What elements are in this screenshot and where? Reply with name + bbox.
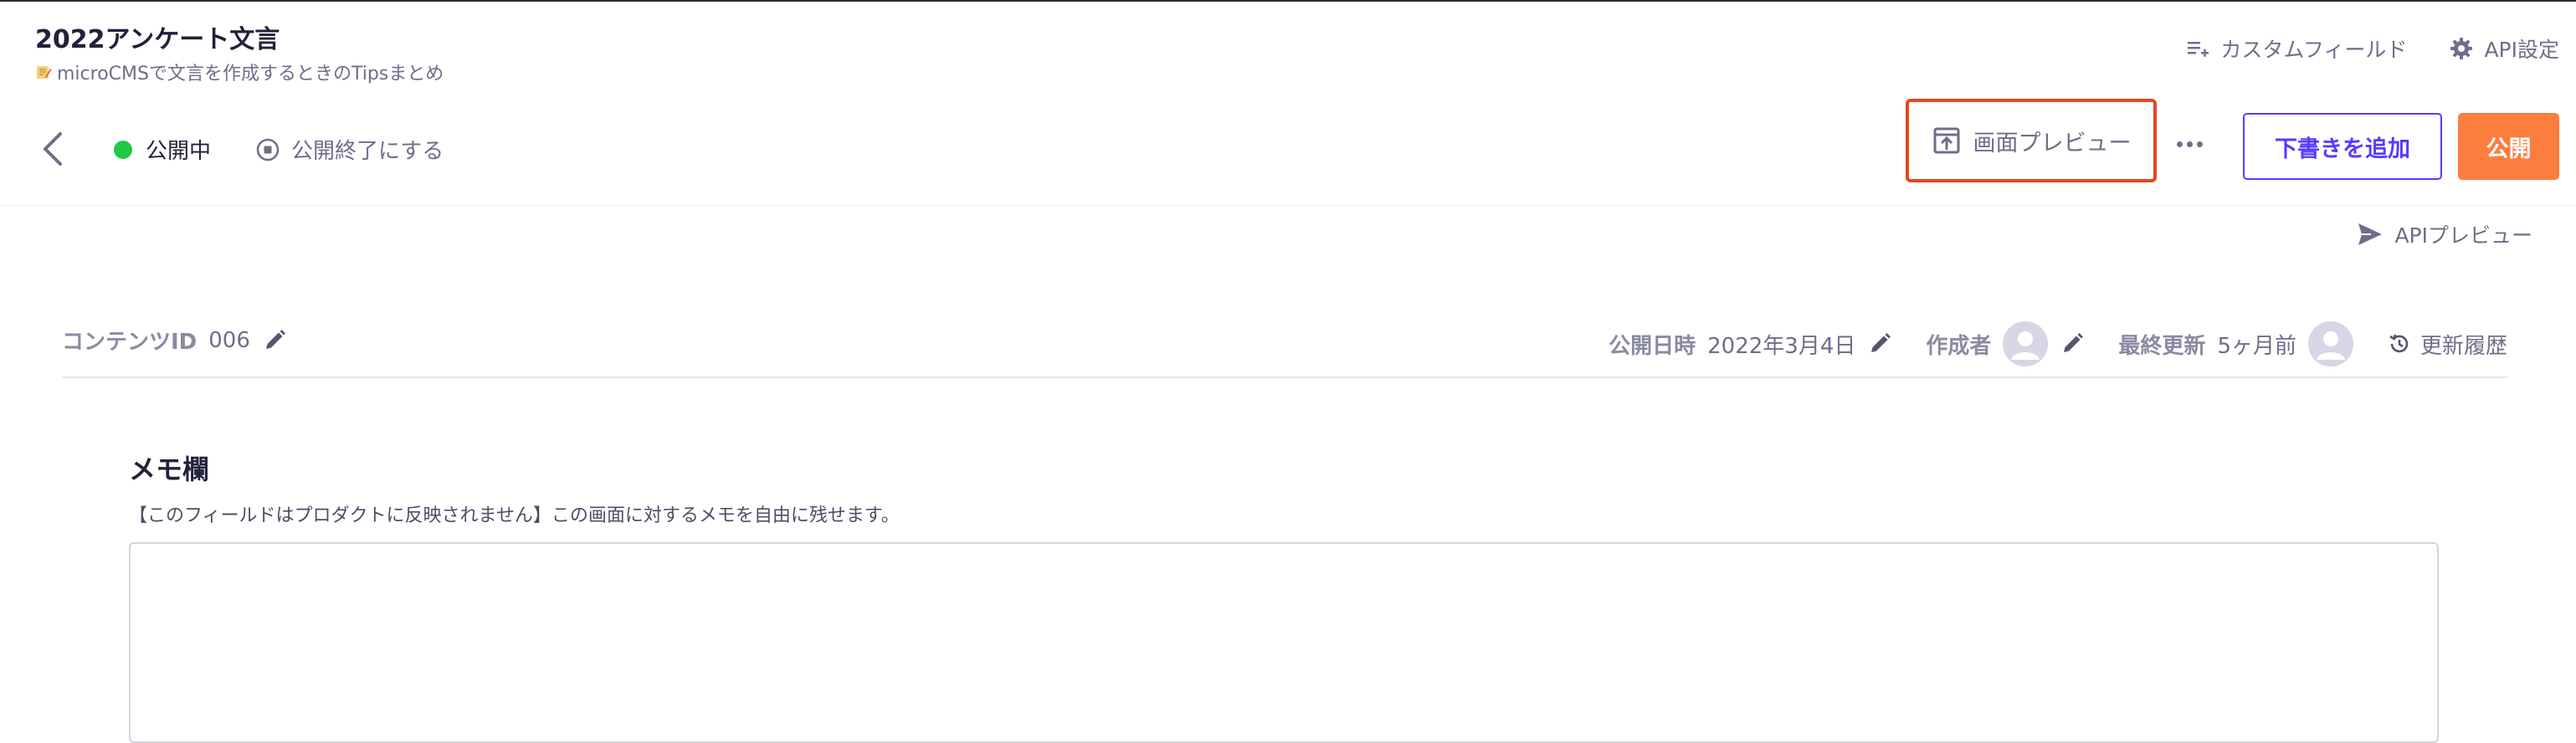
- more-dot: [2176, 141, 2183, 147]
- memo-icon: [37, 66, 52, 79]
- memo-field-title: メモ欄: [129, 453, 210, 485]
- more-dot: [2196, 141, 2203, 147]
- custom-fields-link[interactable]: カスタムフィールド: [2185, 33, 2407, 64]
- author: 作成者: [1926, 321, 2085, 366]
- content-id-label: コンテンツID: [62, 330, 198, 355]
- api-settings-link[interactable]: API設定: [2449, 33, 2559, 64]
- custom-fields-label: カスタムフィールド: [2220, 38, 2408, 62]
- published-at: 公開日時 2022年3月4日: [1609, 329, 1892, 360]
- header-links: カスタムフィールド API設定: [2185, 33, 2559, 64]
- page-title: 2022アンケート文言: [35, 25, 280, 54]
- last-updated: 最終更新 5ヶ月前: [2118, 321, 2353, 366]
- list-add-icon: [2188, 42, 2209, 57]
- user-icon: [2011, 331, 2040, 360]
- history-icon: [2389, 334, 2409, 353]
- send-icon: [2358, 223, 2383, 245]
- gear-icon: [2450, 38, 2473, 59]
- edit-pencil-icon[interactable]: [262, 328, 287, 353]
- page-subtitle: microCMSで文言を作成するときのTipsまとめ: [35, 59, 444, 85]
- updated-value: 5ヶ月前: [2217, 333, 2296, 359]
- memo-textarea[interactable]: [129, 542, 2439, 743]
- content-id: コンテンツID 006: [62, 325, 287, 356]
- more-options-icon[interactable]: [2173, 127, 2206, 161]
- more-dot: [2186, 141, 2193, 147]
- content-id-value: 006: [208, 327, 250, 353]
- update-history-link[interactable]: 更新履歴: [2387, 329, 2507, 360]
- api-settings-label: API設定: [2484, 38, 2559, 62]
- back-chevron-icon[interactable]: [40, 131, 65, 167]
- screen-preview-button[interactable]: 画面プレビュー: [1906, 99, 2157, 182]
- user-icon: [2316, 331, 2345, 360]
- history-label: 更新履歴: [2419, 333, 2507, 359]
- add-draft-button[interactable]: 下書きを追加: [2243, 113, 2442, 180]
- updater-avatar: [2307, 321, 2353, 366]
- unpublish-label: 公開終了にする: [291, 139, 444, 164]
- published-at-value: 2022年3月4日: [1707, 333, 1856, 359]
- content-meta-row: コンテンツID 006 公開日時 2022年3月4日 作成者 最終更新 5ヶ月前…: [62, 321, 2507, 378]
- stop-circle-icon: [256, 138, 280, 161]
- api-preview-label: APIプレビュー: [2394, 223, 2532, 248]
- status-label: 公開中: [146, 139, 212, 164]
- edit-pencil-icon[interactable]: [2060, 331, 2085, 356]
- edit-pencil-icon[interactable]: [1867, 331, 1892, 356]
- unpublish-button[interactable]: 公開終了にする: [254, 134, 444, 165]
- publish-button[interactable]: 公開: [2458, 113, 2559, 180]
- meta-right: 公開日時 2022年3月4日 作成者 最終更新 5ヶ月前 更新履歴: [1609, 321, 2507, 366]
- published-at-label: 公開日時: [1609, 333, 1696, 359]
- screen-preview-label: 画面プレビュー: [1973, 130, 2132, 156]
- publish-status: 公開中: [114, 134, 211, 165]
- page-header: 2022アンケート文言 microCMSで文言を作成するときのTipsまとめ カ…: [0, 2, 2576, 206]
- status-area: 公開中 公開終了にする: [114, 134, 444, 165]
- status-dot-icon: [114, 140, 132, 159]
- subtitle-text: microCMSで文言を作成するときのTipsまとめ: [57, 64, 444, 85]
- api-preview-link[interactable]: APIプレビュー: [2356, 219, 2532, 249]
- upload-preview-icon: [1933, 127, 1959, 154]
- memo-field-description: 【このフィールドはプロダクトに反映されません】この画面に対するメモを自由に残せま…: [129, 505, 900, 526]
- updated-label: 最終更新: [2118, 333, 2206, 359]
- author-avatar: [2003, 321, 2049, 366]
- author-label: 作成者: [1926, 333, 1992, 359]
